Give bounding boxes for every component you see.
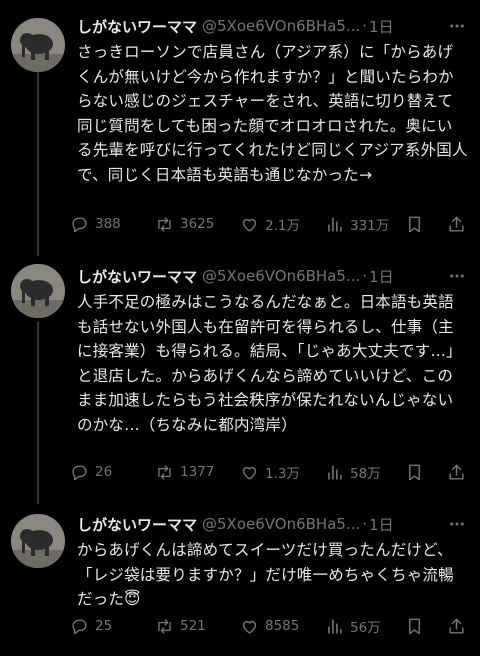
timestamp[interactable]: 1日 xyxy=(369,16,394,37)
tweet-header: しがないワーママ @5Xoe6VOn6BHa5... · 1日 xyxy=(77,264,440,288)
display-name[interactable]: しがないワーママ xyxy=(77,16,197,37)
like-button[interactable]: 8585 xyxy=(240,617,325,636)
repost-button[interactable]: 3625 xyxy=(155,215,240,234)
views-button[interactable]: 56万 xyxy=(325,616,410,636)
bookmark-button[interactable] xyxy=(402,463,426,482)
display-name[interactable]: しがないワーママ xyxy=(77,514,197,535)
reply-icon xyxy=(72,216,87,232)
reply-count: 388 xyxy=(95,216,121,232)
avatar[interactable] xyxy=(11,264,65,318)
tweet-text: さっきローソンで店員さん（アジア系）に「からあげくんが無いけど今から作れますか？… xyxy=(77,43,468,184)
like-button[interactable]: 2.1万 xyxy=(240,214,325,234)
more-dots-icon xyxy=(450,274,464,278)
user-handle[interactable]: @5Xoe6VOn6BHa5... xyxy=(202,17,360,35)
bookmark-button[interactable] xyxy=(402,617,426,636)
separator-dot: · xyxy=(362,17,368,35)
reply-icon xyxy=(72,464,87,480)
share-icon xyxy=(448,464,464,480)
tweet[interactable]: しがないワーママ @5Xoe6VOn6BHa5... · 1日 からあげくんは諦… xyxy=(0,512,480,652)
reply-button[interactable]: 388 xyxy=(70,215,155,234)
view-count: 58万 xyxy=(350,466,381,482)
views-button[interactable]: 58万 xyxy=(325,462,410,482)
like-button[interactable]: 1.3万 xyxy=(240,462,325,482)
repost-icon xyxy=(158,216,171,232)
like-count: 1.3万 xyxy=(265,466,300,482)
avatar-elephant-image xyxy=(11,514,65,568)
view-count: 331万 xyxy=(350,218,390,234)
share-icon xyxy=(448,618,464,634)
reply-count: 25 xyxy=(95,618,113,634)
repost-count: 521 xyxy=(180,618,206,634)
reply-button[interactable]: 25 xyxy=(70,617,155,636)
action-bar: 26 1377 1.3万 58万 xyxy=(70,460,470,484)
tweet-text: からあげくんは諦めてスイーツだけ買ったんだけど、「レジ袋は要りますか？」だけ唯一… xyxy=(77,541,454,608)
separator-dot: · xyxy=(362,267,368,285)
reply-count: 26 xyxy=(95,464,113,480)
tweet[interactable]: しがないワーママ @5Xoe6VOn6BHa5... · 1日 人手不足の極みは… xyxy=(0,264,480,484)
timestamp[interactable]: 1日 xyxy=(369,266,394,287)
bookmark-button[interactable] xyxy=(402,215,426,234)
avatar-elephant-image xyxy=(11,18,65,72)
timestamp[interactable]: 1日 xyxy=(369,514,394,535)
bookmark-icon xyxy=(408,464,420,480)
avatar[interactable] xyxy=(11,18,65,72)
user-handle[interactable]: @5Xoe6VOn6BHa5... xyxy=(202,267,360,285)
share-icon xyxy=(448,216,464,232)
user-handle[interactable]: @5Xoe6VOn6BHa5... xyxy=(202,515,360,533)
separator-dot: · xyxy=(362,515,368,533)
repost-button[interactable]: 1377 xyxy=(155,463,240,482)
tweet-header: しがないワーママ @5Xoe6VOn6BHa5... · 1日 xyxy=(77,14,440,38)
bookmark-icon xyxy=(408,216,420,232)
view-count: 56万 xyxy=(350,620,381,636)
more-dots-icon xyxy=(450,24,464,28)
views-button[interactable]: 331万 xyxy=(325,214,410,234)
heart-icon xyxy=(242,620,257,634)
more-button[interactable] xyxy=(446,264,468,288)
action-bar: 25 521 8585 56万 xyxy=(70,614,470,638)
more-dots-icon xyxy=(450,522,464,526)
tweet-header: しがないワーママ @5Xoe6VOn6BHa5... · 1日 xyxy=(77,512,440,536)
reply-button[interactable]: 26 xyxy=(70,463,155,482)
bookmark-icon xyxy=(408,618,420,634)
views-chart-icon xyxy=(328,216,342,232)
views-chart-icon xyxy=(328,618,342,634)
more-button[interactable] xyxy=(446,14,468,38)
like-count: 8585 xyxy=(265,618,300,634)
tweet[interactable]: しがないワーママ @5Xoe6VOn6BHa5... · 1日 さっきローソンで… xyxy=(0,14,480,244)
share-button[interactable] xyxy=(444,215,468,234)
repost-count: 1377 xyxy=(180,464,215,480)
views-chart-icon xyxy=(328,464,342,480)
tweet-text: 人手不足の極みはこうなるんだなぁと。日本語も英語も話せない外国人も在留許可を得ら… xyxy=(77,293,462,434)
repost-count: 3625 xyxy=(180,216,215,232)
avatar-elephant-image xyxy=(11,264,65,318)
heart-icon xyxy=(242,218,257,232)
display-name[interactable]: しがないワーママ xyxy=(77,266,197,287)
repost-icon xyxy=(158,464,171,480)
more-button[interactable] xyxy=(446,512,468,536)
share-button[interactable] xyxy=(444,463,468,482)
action-bar: 388 3625 2.1万 331万 xyxy=(70,212,470,236)
heart-icon xyxy=(242,466,257,480)
repost-button[interactable]: 521 xyxy=(155,617,240,636)
like-count: 2.1万 xyxy=(265,218,300,234)
share-button[interactable] xyxy=(444,617,468,636)
repost-icon xyxy=(158,618,171,634)
reply-icon xyxy=(72,618,87,634)
avatar[interactable] xyxy=(11,514,65,568)
